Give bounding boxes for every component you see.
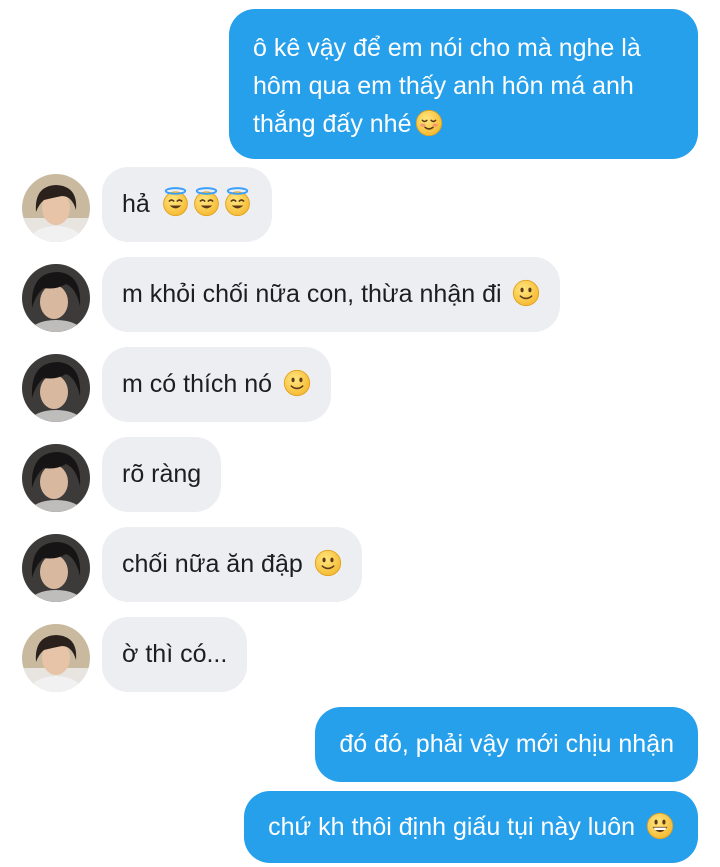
slight-smile-emoji-icon [512, 279, 540, 307]
avatar-photo-icon [22, 624, 90, 692]
message-text-line: thắng đấy nhé [253, 105, 674, 143]
relieved-blush-emoji-icon [415, 109, 443, 137]
chat-thread: ô kê vậy để em nói cho mà nghe là hôm qu… [0, 0, 720, 867]
message-text: m có thích nó [122, 370, 273, 398]
halo-smile-emoji-icon [223, 187, 252, 217]
message-incoming[interactable]: hả [102, 167, 272, 242]
message-text: ờ thì có... [122, 640, 228, 668]
message-incoming[interactable]: rõ ràng [102, 437, 222, 512]
message-text: hả [122, 190, 150, 218]
avatar-a[interactable] [22, 624, 90, 692]
message-outgoing[interactable]: đó đó, phải vậy mới chịu nhận [315, 707, 698, 782]
halo-smile-emoji-icon [192, 187, 221, 217]
avatar-b[interactable] [22, 444, 90, 512]
message-text-line: ô kê vậy để em nói cho mà nghe là [253, 34, 641, 62]
halo-smile-emoji-icon [161, 187, 190, 217]
avatar-a[interactable] [22, 174, 90, 242]
slight-smile-emoji-icon [314, 549, 342, 577]
slight-smile-emoji-icon [283, 369, 311, 397]
message-text-line: thắng đấy nhé [253, 110, 412, 138]
avatar-photo-icon [22, 444, 90, 512]
message-outgoing[interactable]: ô kê vậy để em nói cho mà nghe là hôm qu… [229, 9, 698, 159]
grin-emoji-icon [646, 812, 674, 840]
avatar-photo-icon [22, 534, 90, 602]
message-incoming[interactable]: chối nữa ăn đập [102, 527, 362, 602]
message-outgoing[interactable]: chứ kh thôi định giấu tụi này luôn [244, 791, 698, 863]
message-text-line: hôm qua em thấy anh hôn má anh [253, 72, 634, 100]
message-incoming[interactable]: m có thích nó [102, 347, 332, 422]
message-text: đó đó, phải vậy mới chịu nhận [339, 730, 674, 758]
avatar-b[interactable] [22, 354, 90, 422]
message-incoming[interactable]: m khỏi chối nữa con, thừa nhận đi [102, 257, 561, 332]
message-text: chứ kh thôi định giấu tụi này luôn [268, 813, 636, 841]
avatar-b[interactable] [22, 264, 90, 332]
message-text: rõ ràng [122, 460, 202, 488]
avatar-photo-icon [22, 174, 90, 242]
message-text: chối nữa ăn đập [122, 550, 303, 578]
message-text: m khỏi chối nữa con, thừa nhận đi [122, 280, 502, 308]
message-incoming[interactable]: ờ thì có... [102, 617, 248, 692]
avatar-photo-icon [22, 264, 90, 332]
avatar-photo-icon [22, 354, 90, 422]
avatar-b[interactable] [22, 534, 90, 602]
